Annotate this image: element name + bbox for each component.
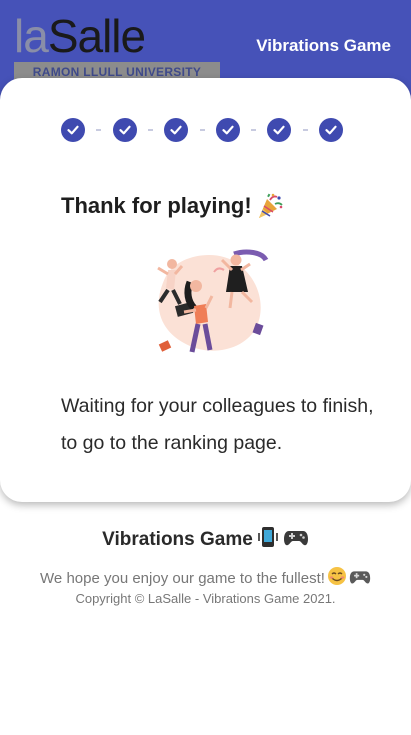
progress-step-completed bbox=[319, 118, 343, 142]
footer-tagline-text: We hope you enjoy our game to the fulles… bbox=[40, 569, 325, 587]
step-separator bbox=[147, 129, 153, 131]
progress-steps bbox=[61, 118, 343, 142]
progress-step-completed bbox=[215, 118, 240, 142]
logo-word-light: la bbox=[14, 10, 49, 62]
check-icon bbox=[273, 125, 285, 135]
party-popper-icon bbox=[256, 192, 284, 220]
gamepad-icon bbox=[283, 527, 309, 553]
check-icon bbox=[118, 125, 131, 135]
smiling-face-icon bbox=[327, 566, 347, 590]
waiting-message: Waiting for your colleagues to finish, t… bbox=[61, 395, 374, 454]
footer-copyright: Copyright © LaSalle - Vibrations Game 20… bbox=[75, 591, 336, 606]
check-icon bbox=[67, 125, 79, 135]
lasalle-logo[interactable]: laSalle RAMON LLULL UNIVERSITY bbox=[14, 10, 220, 82]
step-separator bbox=[302, 129, 308, 131]
footer-title-text: Vibrations Game bbox=[102, 529, 253, 550]
check-icon bbox=[222, 125, 234, 135]
progress-step-completed bbox=[112, 118, 137, 142]
progress-step-completed bbox=[267, 118, 292, 142]
check-icon bbox=[170, 125, 182, 135]
check-icon bbox=[325, 125, 337, 135]
step-separator bbox=[251, 129, 257, 131]
step-separator bbox=[96, 129, 102, 131]
footer-title: Vibrations Game bbox=[0, 525, 411, 555]
progress-step-completed bbox=[164, 118, 189, 142]
progress-step-completed bbox=[61, 118, 85, 142]
step-separator bbox=[199, 129, 205, 131]
logo-wordmark: laSalle bbox=[14, 10, 146, 62]
logo-word-dark: Salle bbox=[47, 10, 146, 62]
phone-vibrate-icon bbox=[257, 525, 279, 555]
celebrating-people-illustration bbox=[138, 246, 278, 364]
thanks-title: Thank for playing! bbox=[61, 193, 252, 218]
gamepad-icon bbox=[349, 568, 371, 589]
header-app-title: Vibrations Game bbox=[256, 36, 391, 55]
footer-tagline: We hope you enjoy our game to the fulles… bbox=[0, 566, 411, 590]
result-card: Thank for playing! Waiting for your coll… bbox=[0, 78, 411, 502]
thanks-heading: Thank for playing! bbox=[61, 192, 284, 220]
